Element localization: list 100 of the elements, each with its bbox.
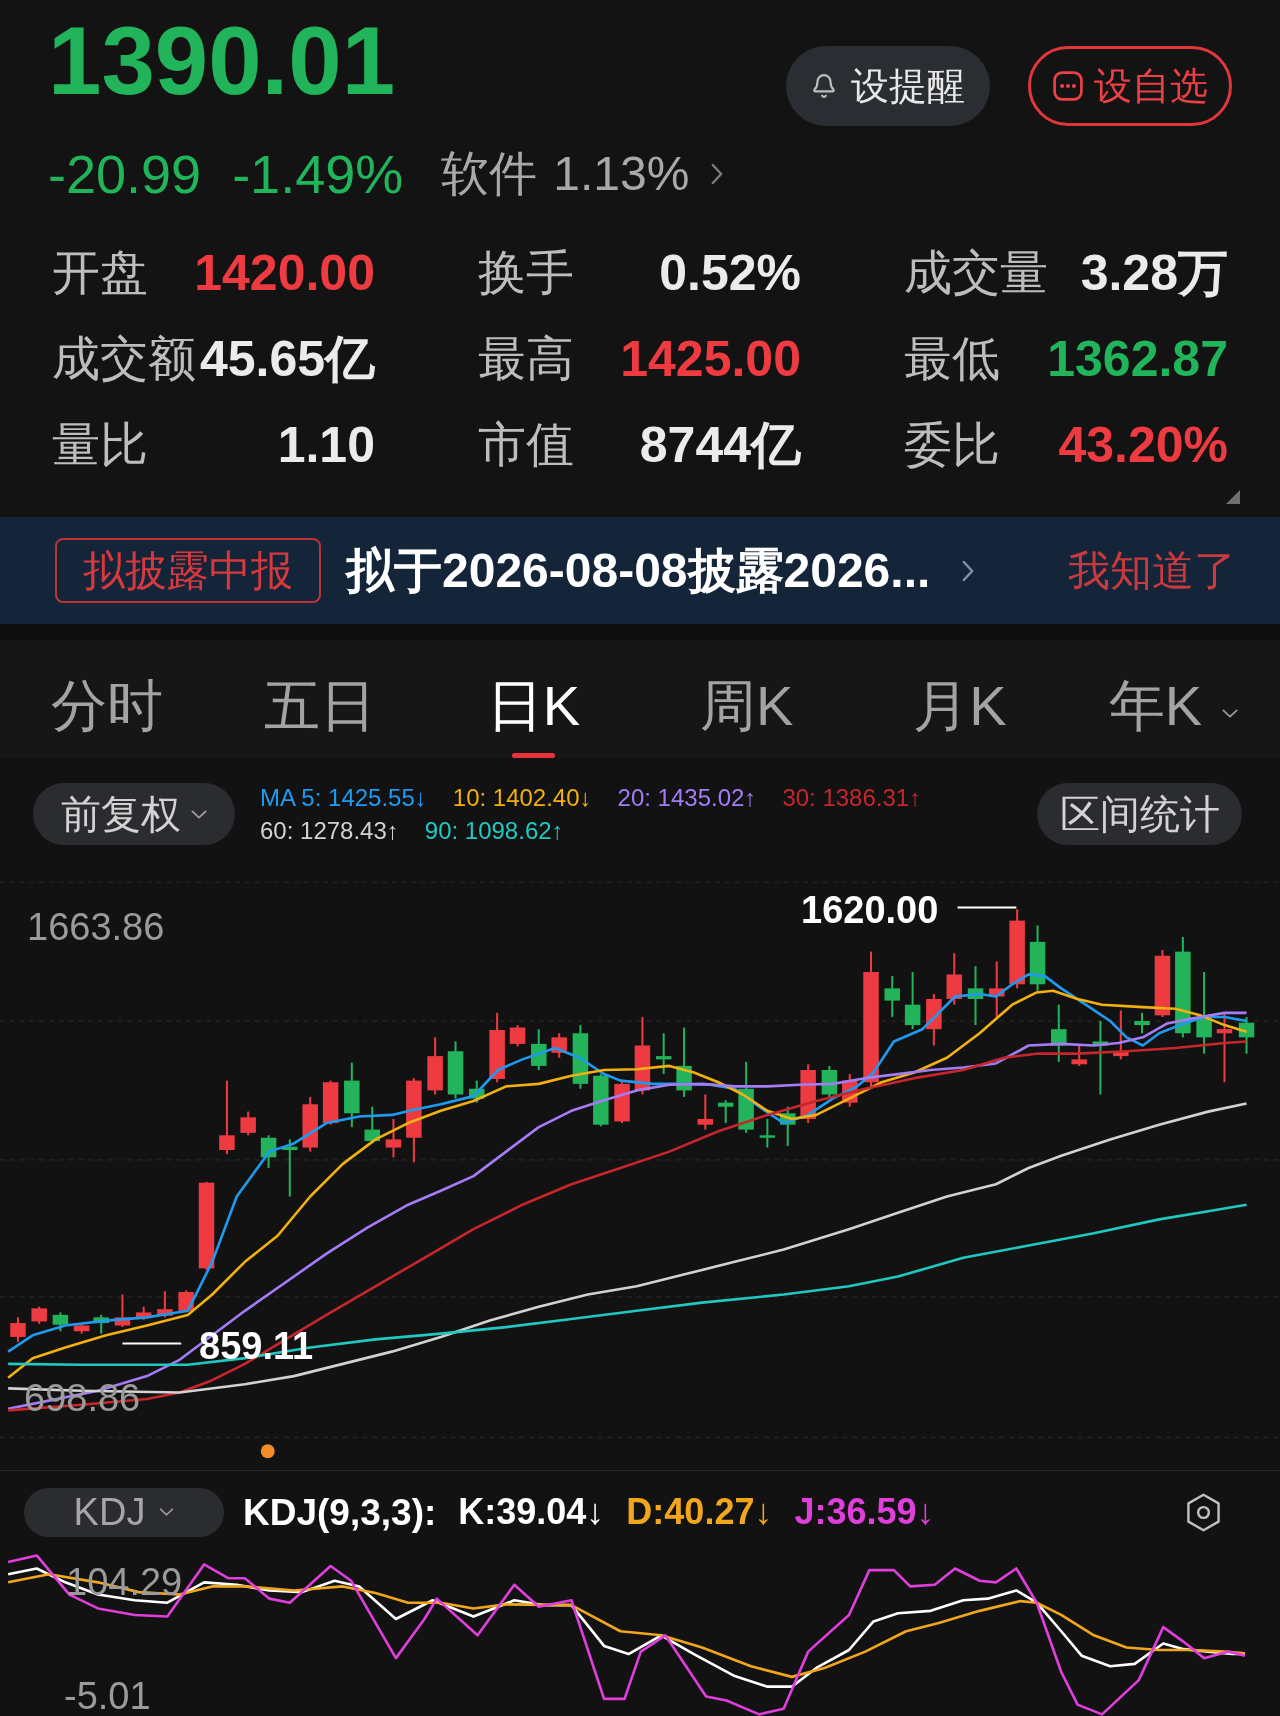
- candle: [551, 1033, 567, 1058]
- adjustment-dropdown[interactable]: 前复权: [33, 783, 235, 845]
- indicator-value: J:36.59↓: [794, 1494, 935, 1530]
- candle: [821, 1065, 838, 1097]
- stat-label: 开盘: [52, 249, 148, 297]
- ellipsis-square-icon: [1052, 71, 1083, 101]
- candle: [926, 994, 942, 1046]
- range-stats-button[interactable]: 区间统计: [1037, 783, 1242, 845]
- candle: [1029, 925, 1046, 991]
- add-watchlist-button[interactable]: 设自选: [1028, 46, 1232, 126]
- candle: [260, 1135, 277, 1168]
- stat-label: 委比: [904, 421, 1000, 469]
- ma-legend-item: 90: 1098.62↑: [424, 818, 564, 843]
- settings-icon[interactable]: [1186, 1492, 1221, 1532]
- high-price-label: 1620.00: [801, 891, 939, 929]
- candle: [884, 976, 900, 1017]
- candle: [302, 1096, 318, 1152]
- period-tab[interactable]: 周K: [640, 640, 854, 758]
- chevron-right-icon: [711, 163, 724, 185]
- stat-value: 1362.87: [1047, 334, 1228, 384]
- candle: [1134, 1012, 1150, 1034]
- candle: [1113, 1010, 1129, 1060]
- ma-legend-item: 30: 1386.31↑: [782, 785, 922, 810]
- stat-label: 最低: [904, 335, 1000, 383]
- chevron-down-icon: [191, 809, 207, 819]
- notice-tag: 拟披露中报: [55, 538, 321, 603]
- period-tab[interactable]: 年K: [1066, 640, 1280, 758]
- candle: [967, 966, 984, 1026]
- candle: [344, 1062, 360, 1128]
- candle: [31, 1306, 47, 1324]
- ma-legend-item: 60: 1278.43↑: [260, 818, 399, 843]
- period-tab[interactable]: 五日: [213, 640, 427, 758]
- period-tab[interactable]: 日K: [426, 640, 640, 758]
- candle: [1071, 1045, 1087, 1066]
- candle: [842, 1074, 858, 1107]
- candle: [282, 1139, 298, 1197]
- set-alert-button[interactable]: 设提醒: [786, 46, 990, 126]
- ma-legend-item: 10: 1402.40↓: [452, 785, 592, 810]
- stat-label: 换手: [478, 249, 574, 297]
- notice-text[interactable]: 拟于2026-08-08披露2026...: [346, 546, 931, 595]
- candle: [385, 1119, 402, 1158]
- candle: [447, 1041, 464, 1099]
- candle: [780, 1106, 796, 1146]
- candle: [1154, 950, 1171, 1017]
- candle: [989, 961, 1005, 1017]
- candle: [717, 1100, 734, 1124]
- candle: [157, 1291, 173, 1318]
- indicator-value: K:39.04↓: [458, 1494, 605, 1530]
- candle: [676, 1027, 692, 1097]
- candle: [93, 1314, 109, 1334]
- stat-value: 0.52%: [659, 248, 801, 298]
- candle: [240, 1111, 256, 1136]
- ma-legend-item: 20: 1435.02↑: [617, 785, 757, 810]
- candle: [1051, 1004, 1067, 1062]
- indicator-dropdown[interactable]: KDJ: [24, 1487, 224, 1537]
- candle: [614, 1082, 630, 1124]
- bell-icon: [811, 72, 837, 100]
- ma-legend-item: MA 5: 1425.55↓: [260, 785, 427, 810]
- candle: [489, 1012, 505, 1083]
- period-tab[interactable]: 分时: [0, 640, 214, 758]
- indicator-value: D:40.27↓: [626, 1494, 773, 1530]
- stat-value: 1425.00: [620, 334, 801, 384]
- price-change-percent: -1.49%: [232, 147, 404, 201]
- stat-value: 8744亿: [639, 420, 801, 470]
- stat-value: 1.10: [277, 420, 375, 470]
- last-price: 1390.01: [48, 13, 395, 109]
- leader-line: [957, 906, 1017, 909]
- candle: [531, 1029, 547, 1070]
- candle: [1216, 1012, 1233, 1083]
- corner-triangle-icon[interactable]: [1226, 490, 1240, 504]
- sector-link[interactable]: 软件 1.13%: [441, 150, 724, 198]
- stat-value: 1420.00: [194, 248, 375, 298]
- candle: [697, 1094, 714, 1130]
- stat-label: 最高: [478, 335, 574, 383]
- candle: [904, 972, 921, 1030]
- stat-value: 43.20%: [1058, 420, 1228, 470]
- leader-line: [122, 1342, 182, 1345]
- candle: [52, 1312, 69, 1332]
- stat-label: 市值: [478, 421, 574, 469]
- candle: [364, 1106, 380, 1144]
- candle: [10, 1317, 26, 1342]
- stat-label: 成交额: [52, 335, 196, 383]
- candle: [114, 1294, 131, 1328]
- candle: [572, 1025, 589, 1089]
- candle: [738, 1061, 754, 1133]
- period-tab[interactable]: 月K: [853, 640, 1067, 758]
- axis-label: -5.01: [64, 1677, 151, 1715]
- chevron-down-icon: [159, 1508, 175, 1516]
- marker-dot-icon[interactable]: [260, 1444, 275, 1459]
- indicator-params: KDJ(9,3,3):: [243, 1493, 437, 1531]
- candle: [593, 1074, 609, 1127]
- candle: [1238, 1016, 1255, 1054]
- candle: [759, 1119, 776, 1148]
- candle: [655, 1033, 672, 1075]
- stat-value: 45.65亿: [199, 334, 375, 384]
- candle: [469, 1080, 485, 1103]
- chevron-right-icon: [962, 559, 975, 582]
- axis-label: 1663.86: [27, 908, 165, 946]
- price-change: -20.99: [48, 147, 202, 201]
- stat-value: 3.28万: [1080, 248, 1228, 298]
